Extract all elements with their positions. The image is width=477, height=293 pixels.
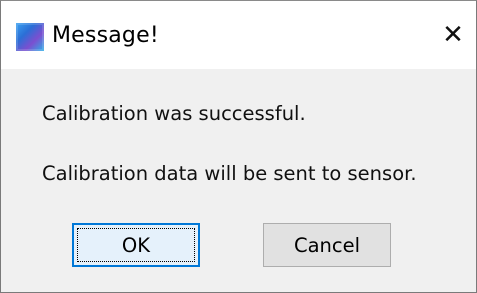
ok-button[interactable]: OK: [72, 223, 200, 267]
dialog-body: Calibration was successful. Calibration …: [1, 69, 476, 292]
close-icon: ✕: [442, 20, 464, 50]
message-line-2: Calibration data will be sent to sensor.: [42, 162, 417, 185]
cancel-button[interactable]: Cancel: [263, 223, 391, 267]
close-button[interactable]: ✕: [430, 1, 476, 69]
title-bar[interactable]: Message! ✕: [1, 1, 476, 69]
message-dialog: Message! ✕ Calibration was successful. C…: [0, 0, 477, 293]
dialog-title: Message!: [52, 23, 159, 48]
app-icon: [16, 23, 44, 51]
focus-rectangle: [77, 228, 195, 262]
cancel-button-label: Cancel: [293, 233, 361, 257]
message-line-1: Calibration was successful.: [42, 102, 306, 125]
